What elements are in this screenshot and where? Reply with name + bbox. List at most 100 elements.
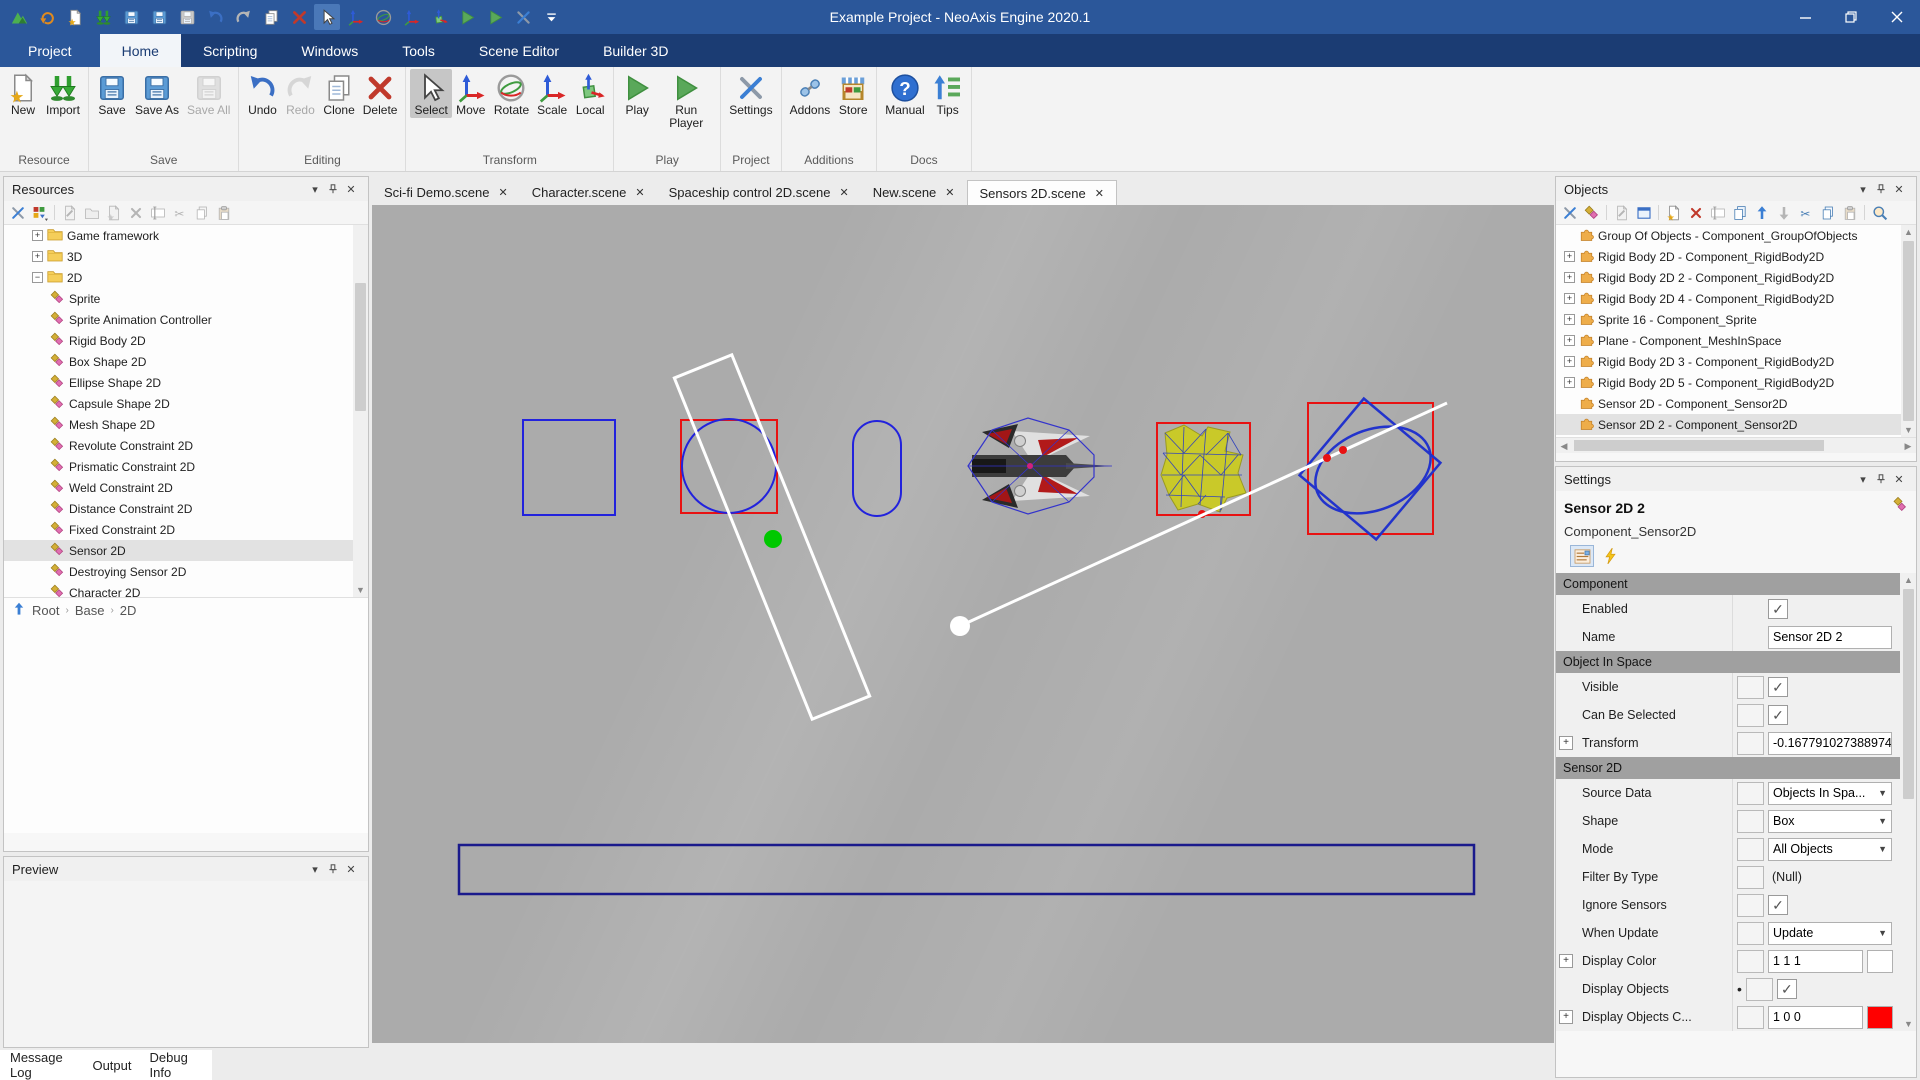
sensor-blue-ellipse[interactable]	[1302, 410, 1443, 529]
scale-button[interactable]: Scale	[533, 69, 571, 118]
objects-page-edit-gray-icon[interactable]	[1612, 203, 1631, 222]
resources-tree-item[interactable]: Sprite Animation Controller	[4, 309, 368, 330]
breadcrumb-item-root[interactable]: Root	[32, 603, 59, 618]
dropdown[interactable]: Box▼	[1768, 810, 1892, 833]
undo-icon[interactable]	[202, 4, 228, 30]
resources-copy-gray-icon[interactable]	[192, 203, 211, 222]
tree-expander-icon[interactable]: +	[1564, 293, 1575, 304]
objects-pin-icon[interactable]	[1872, 180, 1890, 198]
resources-tree-item[interactable]: Ellipse Shape 2D	[4, 372, 368, 393]
resources-tree-item[interactable]: Rigid Body 2D	[4, 330, 368, 351]
settings-scrollbar[interactable]: ▲ ▼	[1901, 573, 1916, 1031]
save-all-button[interactable]: Save All	[183, 69, 234, 118]
menu-tab-home[interactable]: Home	[100, 34, 181, 67]
preview-menu-icon[interactable]: ▾	[306, 860, 324, 878]
resources-tree-item[interactable]: Capsule Shape 2D	[4, 393, 368, 414]
resources-pin-icon[interactable]	[324, 180, 342, 198]
resources-tree-item[interactable]: Distance Constraint 2D	[4, 498, 368, 519]
objects-cut-blue-icon[interactable]: ✂	[1796, 203, 1815, 222]
tab-close-icon[interactable]: ✕	[839, 186, 848, 199]
default-value-box[interactable]	[1737, 676, 1764, 699]
resources-tree-item[interactable]: Revolute Constraint 2D	[4, 435, 368, 456]
menu-tab-windows[interactable]: Windows	[279, 34, 380, 67]
property-expander-icon[interactable]: +	[1559, 1010, 1573, 1024]
ray-origin-white-dot[interactable]	[950, 616, 970, 636]
objects-tree-item[interactable]: Group Of Objects - Component_GroupOfObje…	[1556, 225, 1916, 246]
scene-tab[interactable]: Character.scene✕	[520, 180, 657, 205]
objects-tree-item[interactable]: +Rigid Body 2D 2 - Component_RigidBody2D	[1556, 267, 1916, 288]
import-button[interactable]: Import	[42, 69, 84, 118]
objects-cross-red-icon[interactable]	[1686, 203, 1705, 222]
delete-icon[interactable]	[286, 4, 312, 30]
green-dot[interactable]	[764, 530, 782, 548]
minimize-button[interactable]	[1782, 0, 1828, 34]
default-value-box[interactable]	[1737, 894, 1764, 917]
default-value-box[interactable]	[1737, 732, 1764, 755]
resources-tree-item[interactable]: Sprite	[4, 288, 368, 309]
intersection-dot-1[interactable]	[1323, 454, 1331, 462]
objects-window-icon[interactable]	[1634, 203, 1653, 222]
tree-expander-icon[interactable]: +	[32, 251, 43, 262]
new-file-icon[interactable]: ★	[62, 4, 88, 30]
breadcrumb-item-2d[interactable]: 2D	[120, 603, 137, 618]
objects-tree-item[interactable]: Sensor 2D - Component_Sensor2D	[1556, 393, 1916, 414]
resources-tree-item[interactable]: −2D	[4, 267, 368, 288]
objects-tree-item[interactable]: +Rigid Body 2D 5 - Component_RigidBody2D	[1556, 372, 1916, 393]
resources-tree-item[interactable]: Sensor 2D	[4, 540, 368, 561]
text-input[interactable]: Sensor 2D 2	[1768, 626, 1892, 649]
run-player-button[interactable]: Run Player	[656, 69, 716, 131]
redo-button[interactable]: Redo	[281, 69, 319, 118]
default-value-box[interactable]	[1737, 866, 1764, 889]
rotate-icon[interactable]	[370, 4, 396, 30]
move-button[interactable]: Move	[452, 69, 490, 118]
dropdown[interactable]: All Objects▼	[1768, 838, 1892, 861]
tips-button[interactable]: Tips	[929, 69, 967, 118]
objects-paste-gray-icon[interactable]	[1840, 203, 1859, 222]
objects-tree-item[interactable]: +Sprite 16 - Component_Sprite	[1556, 309, 1916, 330]
resources-tree-item[interactable]: +Game framework	[4, 225, 368, 246]
scroll-down-icon[interactable]: ▼	[353, 583, 368, 597]
default-value-box[interactable]	[1737, 838, 1764, 861]
tree-expander-icon[interactable]: +	[1564, 251, 1575, 262]
events-tab-icon[interactable]	[1598, 545, 1622, 567]
spaceship-detail-bottom[interactable]	[1015, 486, 1026, 497]
resources-tree-item[interactable]: Weld Constraint 2D	[4, 477, 368, 498]
tab-close-icon[interactable]: ✕	[635, 186, 644, 199]
preview-close-icon[interactable]: ✕	[342, 860, 360, 878]
scene-tab[interactable]: Spaceship control 2D.scene✕	[657, 180, 861, 205]
resources-tree-item[interactable]: Prismatic Constraint 2D	[4, 456, 368, 477]
spaceship-center-dot[interactable]	[1027, 463, 1033, 469]
intersection-dot-2[interactable]	[1339, 446, 1347, 454]
property-expander-icon[interactable]: +	[1559, 954, 1573, 968]
save-icon[interactable]	[118, 4, 144, 30]
objects-page-star-icon[interactable]: ★	[1664, 203, 1683, 222]
resources-rename-gray-icon[interactable]	[148, 203, 167, 222]
resources-cut-gray-icon[interactable]: ✂	[170, 203, 189, 222]
settings-pin-icon[interactable]	[1872, 470, 1890, 488]
resources-scrollbar[interactable]: ▼	[353, 225, 368, 597]
objects-tree-item[interactable]: +Rigid Body 2D 3 - Component_RigidBody2D	[1556, 351, 1916, 372]
move-icon[interactable]	[342, 4, 368, 30]
preview-pin-icon[interactable]	[324, 860, 342, 878]
save-as-icon[interactable]	[146, 4, 172, 30]
tab-close-icon[interactable]: ✕	[945, 186, 954, 199]
scroll-up-icon[interactable]: ▲	[1901, 573, 1916, 587]
menu-tab-scripting[interactable]: Scripting	[181, 34, 279, 67]
new-button[interactable]: ★New	[4, 69, 42, 118]
objects-copy-blue-icon[interactable]	[1818, 203, 1837, 222]
resources-tools-icon[interactable]	[8, 203, 27, 222]
toolbar-options-icon[interactable]	[538, 4, 564, 30]
play-button[interactable]: Play	[618, 69, 656, 118]
tree-expander-icon[interactable]: +	[1564, 356, 1575, 367]
restore-button[interactable]	[1828, 0, 1874, 34]
plane-navy-rect[interactable]	[459, 845, 1474, 894]
objects-tree-item[interactable]: +Plane - Component_MeshInSpace	[1556, 330, 1916, 351]
store-button[interactable]: Store	[834, 69, 872, 118]
close-button[interactable]	[1874, 0, 1920, 34]
resources-tree-item[interactable]: +3D	[4, 246, 368, 267]
menu-tab-builder-3d[interactable]: Builder 3D	[581, 34, 690, 67]
resources-typesel-icon[interactable]	[30, 203, 49, 222]
scroll-down-icon[interactable]: ▼	[1901, 423, 1916, 437]
checkbox[interactable]: ✓	[1768, 677, 1788, 697]
redo-icon[interactable]	[230, 4, 256, 30]
